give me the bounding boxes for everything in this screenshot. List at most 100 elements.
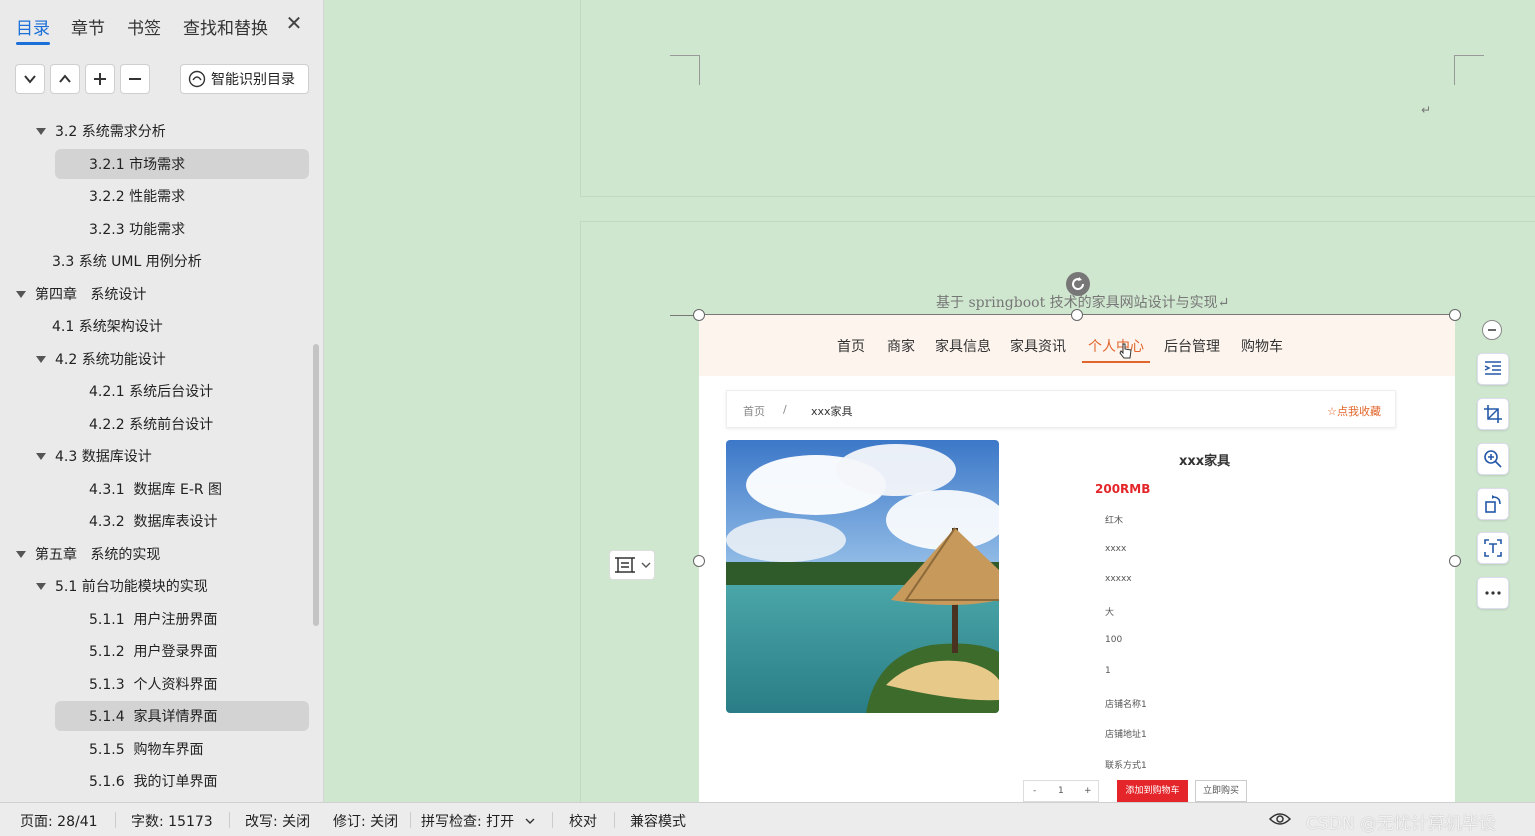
tab-toc[interactable]: 目录 [16, 14, 50, 45]
toc-item[interactable]: 4.2.1 系统后台设计 [89, 376, 213, 406]
toc-item-label: 第五章 系统的实现 [35, 547, 161, 563]
toc-item[interactable]: 4.1 系统架构设计 [52, 311, 163, 341]
detail-value: xxxxx [1105, 574, 1132, 585]
toc-item-label: 5.1.2 用户登录界面 [89, 644, 218, 660]
plus-icon [94, 73, 106, 85]
layout-options-button[interactable] [609, 550, 655, 580]
toc-item-label: 5.1 前台功能模块的实现 [55, 579, 208, 595]
toc-item[interactable]: 5.1.4 家具详情界面 [55, 701, 309, 731]
expand-triangle-icon[interactable] [16, 290, 26, 298]
toc-item[interactable]: 4.2 系统功能设计 [36, 344, 166, 374]
shot-nav-link: 家具信息 [935, 339, 991, 355]
toc-item-label: 3.2.1 市场需求 [89, 157, 186, 173]
status-overwrite[interactable]: 改写: 关闭 [245, 811, 310, 831]
expand-triangle-icon[interactable] [36, 582, 46, 590]
toc-item[interactable]: 3.2.1 市场需求 [55, 149, 309, 179]
more-tools-button[interactable] [1477, 577, 1509, 609]
expand-triangle-icon[interactable] [36, 355, 46, 363]
toc-item-label: 3.3 系统 UML 用例分析 [52, 254, 202, 270]
minus-icon [1488, 329, 1496, 331]
toc-item[interactable]: 第四章 系统设计 [16, 279, 146, 309]
nav-scrollbar[interactable] [313, 344, 319, 626]
close-icon[interactable]: ✕ [284, 12, 304, 34]
toc-item[interactable]: 第五章 系统的实现 [16, 539, 160, 569]
toc-item-label: 4.3.2 数据库表设计 [89, 514, 218, 530]
add-heading-button[interactable] [85, 64, 115, 94]
favorite-link: ☆点我收藏 [1327, 405, 1381, 418]
status-revision[interactable]: 修订: 关闭 [333, 811, 398, 831]
toc-item[interactable]: 3.3 系统 UML 用例分析 [52, 246, 202, 276]
add-to-cart-button: 添加到购物车 [1117, 780, 1188, 802]
toc-item[interactable]: 5.1.2 用户登录界面 [89, 636, 218, 666]
margin-corner-mark [670, 55, 700, 85]
expand-triangle-icon[interactable] [16, 550, 26, 558]
toc-item[interactable]: 3.2 系统需求分析 [36, 116, 166, 146]
shot-nav-link: 商家 [887, 339, 915, 355]
extract-text-tool[interactable] [1477, 532, 1509, 564]
expand-triangle-icon[interactable] [36, 127, 46, 135]
toc-item[interactable]: 5.1.1 用户注册界面 [89, 604, 218, 634]
crumb-separator: / [783, 403, 787, 416]
toc-item[interactable]: 5.1.6 我的订单界面 [89, 766, 218, 796]
status-word-count[interactable]: 字数: 15173 [131, 811, 213, 831]
status-page[interactable]: 页面: 28/41 [20, 811, 98, 831]
resize-handle-top[interactable] [1071, 309, 1083, 321]
buy-now-button: 立即购买 [1195, 780, 1247, 802]
expand-triangle-icon[interactable] [36, 452, 46, 460]
tab-chapters[interactable]: 章节 [71, 14, 105, 39]
crumb-current: xxx家具 [811, 405, 853, 418]
document-page-previous: ↵ [580, 0, 1535, 197]
toc-item-label: 4.2 系统功能设计 [55, 352, 166, 368]
toc-item-label: 5.1.1 用户注册界面 [89, 612, 218, 628]
collapse-up-button[interactable] [50, 64, 80, 94]
toc-item[interactable]: 4.2.2 系统前台设计 [89, 409, 213, 439]
detail-value: 100 [1105, 635, 1123, 646]
toc-item-label: 5.1.6 我的订单界面 [89, 774, 218, 790]
status-proofread[interactable]: 校对 [569, 811, 597, 831]
rotate-image-tool[interactable] [1477, 488, 1509, 520]
resize-handle-top-left[interactable] [693, 309, 705, 321]
toc-item-label: 第四章 系统设计 [35, 287, 147, 303]
remove-heading-button[interactable] [120, 64, 150, 94]
eye-icon[interactable] [1269, 811, 1291, 827]
tab-bookmarks[interactable]: 书签 [127, 14, 161, 39]
expand-down-button[interactable] [15, 64, 45, 94]
zoom-tool[interactable] [1477, 443, 1509, 475]
cursor-hand-icon [1119, 343, 1132, 359]
toc-item[interactable]: 4.3 数据库设计 [36, 441, 152, 471]
toc-item-label: 3.2.3 功能需求 [89, 222, 186, 238]
detail-value: 200RMB [1095, 482, 1151, 496]
qty-value: 1 [1058, 786, 1064, 796]
rotate-handle[interactable] [1066, 272, 1090, 296]
status-spellcheck[interactable]: 拼写检查: 打开 [421, 811, 514, 831]
smart-toc-button[interactable]: 智能识别目录 [180, 64, 309, 94]
toc-item-label: 4.1 系统架构设计 [52, 319, 163, 335]
toc-item-label: 5.1.5 购物车界面 [89, 742, 204, 758]
detail-value: 店铺地址1 [1105, 730, 1147, 741]
toc-item[interactable]: 5.1 前台功能模块的实现 [36, 571, 208, 601]
toc-item[interactable]: 5.1.5 购物车界面 [89, 734, 204, 764]
resize-handle-left[interactable] [693, 555, 705, 567]
resize-handle-right[interactable] [1449, 555, 1461, 567]
crop-tool[interactable] [1477, 398, 1509, 430]
toc-item[interactable]: 4.3.1 数据库 E-R 图 [89, 474, 222, 504]
chevron-down-icon[interactable] [525, 816, 535, 826]
collapse-tools-button[interactable] [1482, 320, 1502, 340]
tab-find-replace[interactable]: 查找和替换 [183, 14, 268, 39]
wrap-text-tool[interactable] [1477, 353, 1509, 385]
toc-item[interactable]: 5.1.3 个人资料界面 [89, 669, 218, 699]
shot-nav-link: 首页 [837, 339, 865, 355]
minus-icon [129, 78, 141, 80]
crop-icon [1484, 405, 1502, 423]
toc-item[interactable]: 3.2.2 性能需求 [89, 181, 185, 211]
shot-breadcrumb: 首页 / xxx家具 ☆点我收藏 [726, 390, 1396, 428]
toc-item[interactable]: 3.2.3 功能需求 [89, 214, 185, 244]
rotate-icon [1072, 277, 1085, 291]
toc-item-label: 4.2.1 系统后台设计 [89, 384, 214, 400]
toc-item-label: 4.3.1 数据库 E-R 图 [89, 482, 223, 498]
embedded-screenshot-image[interactable]: 首页 商家 家具信息 家具资讯 个人中心 后台管理 购物车 首页 / xxx家具 ☆点我收藏… [699, 314, 1455, 804]
resize-handle-top-right[interactable] [1449, 309, 1461, 321]
toc-item[interactable]: 4.3.2 数据库表设计 [89, 506, 218, 536]
text-extract-icon [1484, 539, 1502, 557]
toc-item-label: 4.2.2 系统前台设计 [89, 417, 214, 433]
